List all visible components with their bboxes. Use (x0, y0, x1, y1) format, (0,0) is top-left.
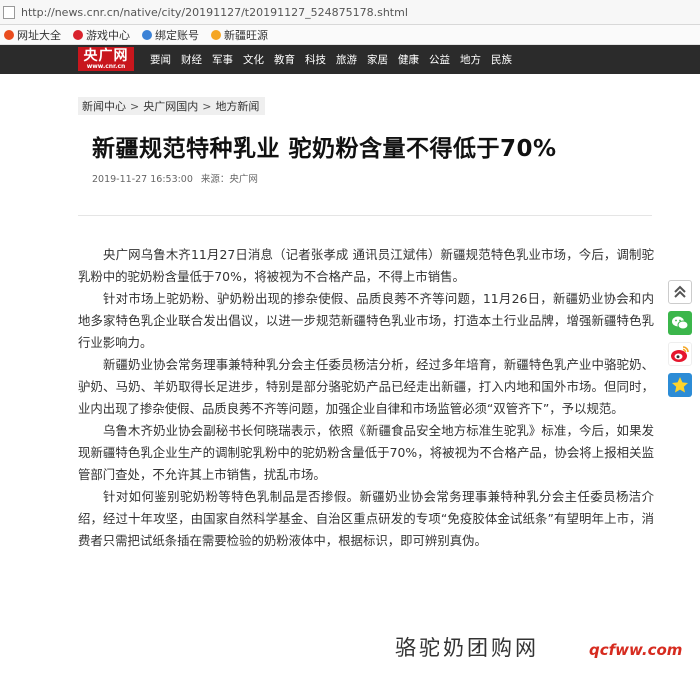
link-icon (142, 29, 152, 40)
wechat-icon (672, 316, 689, 330)
article-body: 央广网乌鲁木齐11月27日消息（记者张孝成 通讯员江斌伟）新疆规范特色乳业市场，… (78, 244, 654, 552)
nav-link[interactable]: 民族 (491, 52, 512, 67)
logo-text: 央广网 (83, 47, 129, 64)
nav-links: 要闻 财经 军事 文化 教育 科技 旅游 家居 健康 公益 地方 民族 (150, 45, 522, 74)
bookmark-label: 游戏中心 (86, 28, 130, 42)
bookmark-icon (211, 29, 221, 40)
breadcrumb-separator: > (202, 99, 212, 113)
article-meta: 2019-11-27 16:53:00 来源：央广网 (92, 171, 258, 185)
site-icon (4, 29, 14, 40)
bookmark-label: 网址大全 (17, 28, 61, 42)
bookmark-item[interactable]: 网址大全 (4, 27, 61, 43)
nav-link[interactable]: 文化 (243, 52, 264, 67)
address-bar[interactable]: http://news.cnr.cn/native/city/20191127/… (0, 0, 700, 25)
wechat-share-button[interactable] (668, 311, 692, 335)
article-paragraph: 乌鲁木齐奶业协会副秘书长何晓瑞表示，依照《新疆食品安全地方标准生驼乳》标准，今后… (78, 423, 654, 482)
bookmark-item[interactable]: 新疆旺源 (211, 27, 268, 43)
nav-link[interactable]: 科技 (305, 52, 326, 67)
qzone-share-button[interactable] (668, 373, 692, 397)
share-sidebar (668, 280, 692, 404)
nav-link[interactable]: 要闻 (150, 52, 171, 67)
qzone-icon (672, 377, 688, 393)
article-paragraph: 央广网乌鲁木齐11月27日消息（记者张孝成 通讯员江斌伟）新疆规范特色乳业市场，… (78, 247, 654, 284)
url-text[interactable]: http://news.cnr.cn/native/city/20191127/… (21, 6, 408, 19)
game-icon (73, 29, 83, 40)
breadcrumb-item[interactable]: 地方新闻 (215, 98, 259, 114)
article-title: 新疆规范特种乳业 驼奶粉含量不得低于70% (92, 136, 557, 162)
watermark-text: 骆驼奶团购网 (395, 636, 539, 660)
nav-link[interactable]: 军事 (212, 52, 233, 67)
weibo-share-button[interactable] (668, 342, 692, 366)
back-to-top-icon (674, 285, 686, 298)
publish-date: 2019-11-27 16:53:00 (92, 174, 193, 185)
weibo-icon (671, 346, 689, 362)
nav-link[interactable]: 财经 (181, 52, 202, 67)
nav-link[interactable]: 地方 (460, 52, 481, 67)
divider (78, 215, 652, 216)
bookmarks-bar: 网址大全 游戏中心 绑定账号 新疆旺源 (0, 25, 700, 45)
page-icon (3, 5, 15, 19)
nav-link[interactable]: 家居 (367, 52, 388, 67)
nav-link[interactable]: 健康 (398, 52, 419, 67)
logo-subtext: www.cnr.cn (86, 62, 126, 70)
breadcrumb-item[interactable]: 央广网国内 (143, 98, 198, 114)
breadcrumb-item[interactable]: 新闻中心 (82, 98, 126, 114)
article-paragraph: 新疆奶业协会常务理事兼特种乳分会主任委员杨洁分析，经过多年培育，新疆特色乳产业中… (78, 357, 654, 416)
article-paragraph: 针对如何鉴别驼奶粉等特色乳制品是否掺假。新疆奶业协会常务理事兼特种乳分会主任委员… (78, 489, 654, 548)
nav-link[interactable]: 旅游 (336, 52, 357, 67)
watermark-url: qcfww.com (589, 641, 683, 659)
breadcrumb-separator: > (130, 99, 140, 113)
bookmark-label: 新疆旺源 (224, 28, 268, 42)
cnr-logo[interactable]: 央广网 www.cnr.cn (78, 47, 134, 71)
breadcrumb: 新闻中心 > 央广网国内 > 地方新闻 (78, 97, 266, 115)
bookmark-item[interactable]: 绑定账号 (142, 27, 199, 43)
bookmark-item[interactable]: 游戏中心 (73, 27, 130, 43)
article-source: 来源：央广网 (200, 174, 258, 185)
nav-link[interactable]: 教育 (274, 52, 295, 67)
article-paragraph: 针对市场上驼奶粉、驴奶粉出现的掺杂使假、品质良莠不齐等问题，11月26日，新疆奶… (78, 291, 654, 350)
bookmark-label: 绑定账号 (155, 28, 199, 42)
back-to-top-button[interactable] (668, 280, 692, 304)
nav-link[interactable]: 公益 (429, 52, 450, 67)
